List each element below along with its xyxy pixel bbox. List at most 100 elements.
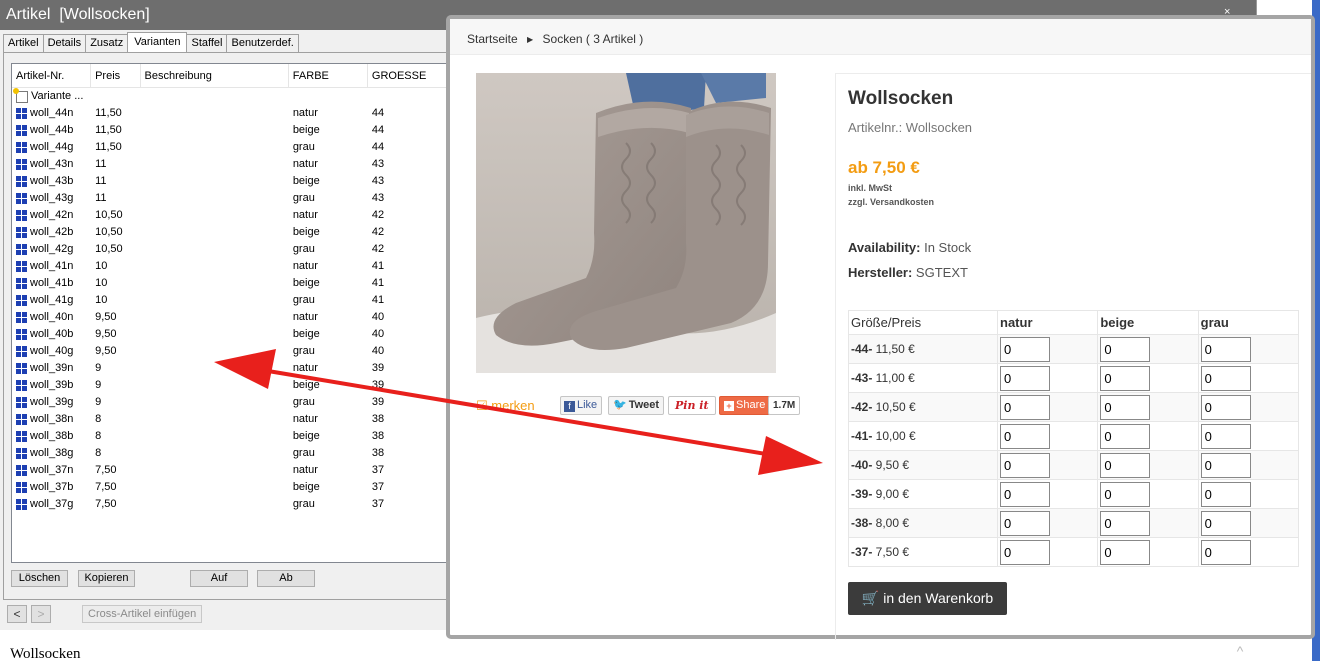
qty-input-grau[interactable] — [1200, 481, 1251, 507]
qty-input-beige[interactable] — [1100, 365, 1151, 391]
qty-input-beige[interactable] — [1100, 510, 1151, 536]
list-item[interactable]: woll_42g 10,50 grau 42 — [12, 241, 447, 258]
list-item[interactable]: woll_41n 10 natur 41 — [12, 258, 447, 275]
variant-grid-icon — [16, 346, 27, 357]
list-item[interactable]: woll_43b 11 beige 43 — [12, 173, 447, 190]
list-item[interactable]: woll_44b 11,50 beige 44 — [12, 122, 447, 139]
qty-input-grau[interactable] — [1200, 510, 1251, 536]
list-item[interactable]: woll_39g 9 grau 39 — [12, 394, 447, 411]
merken-link[interactable]: ☑ merken — [476, 396, 535, 415]
list-item[interactable]: woll_38b 8 beige 38 — [12, 428, 447, 445]
list-item[interactable]: woll_41g 10 grau 41 — [12, 292, 447, 309]
list-item[interactable]: woll_37g 7,50 grau 37 — [12, 496, 447, 513]
row-preis: 7,50 — [95, 464, 117, 476]
list-item[interactable]: woll_43n 11 natur 43 — [12, 156, 447, 173]
facebook-like-button[interactable]: f Like — [560, 396, 603, 415]
row-preis: 10 — [95, 260, 108, 272]
list-item[interactable]: woll_42b 10,50 beige 42 — [12, 224, 447, 241]
matrix-row: -40- 9,50 € — [848, 450, 1300, 480]
tab-benutzerdef[interactable]: Benutzerdef. — [226, 34, 299, 52]
qty-input-natur[interactable] — [1000, 365, 1050, 391]
tweet-button[interactable]: 🐦 Tweet — [608, 396, 665, 415]
new-document-icon — [13, 88, 28, 103]
qty-input-grau[interactable] — [1200, 452, 1251, 478]
header-farbe[interactable]: FARBE — [289, 64, 368, 87]
prev-arrow-icon[interactable]: < — [7, 605, 27, 623]
matrix-row: -44- 11,50 € — [848, 334, 1300, 364]
tab-staffel[interactable]: Staffel — [186, 34, 228, 52]
row-beschreibung — [141, 428, 289, 445]
list-item[interactable]: woll_41b 10 beige 41 — [12, 275, 447, 292]
row-beschreibung — [141, 445, 289, 462]
header-preis[interactable]: Preis — [91, 64, 141, 87]
breadcrumb-separator-icon: ▶ — [527, 35, 534, 44]
tab-artikel[interactable]: Artikel — [3, 34, 44, 52]
qty-input-natur[interactable] — [1000, 423, 1050, 449]
row-artikel-nr: woll_40g — [30, 345, 74, 357]
new-variant-row[interactable]: Variante ... — [12, 88, 447, 105]
qty-input-natur[interactable] — [1000, 394, 1050, 420]
variant-grid-icon — [16, 108, 27, 119]
list-item[interactable]: woll_43g 11 grau 43 — [12, 190, 447, 207]
qty-input-natur[interactable] — [1000, 539, 1050, 565]
share-button[interactable]: + Share — [719, 396, 771, 415]
list-item[interactable]: woll_40b 9,50 beige 40 — [12, 326, 447, 343]
row-artikel-nr: woll_39b — [30, 379, 74, 391]
qty-input-beige[interactable] — [1100, 452, 1151, 478]
qty-input-beige[interactable] — [1100, 423, 1151, 449]
qty-input-natur[interactable] — [1000, 481, 1050, 507]
list-item[interactable]: woll_37n 7,50 natur 37 — [12, 462, 447, 479]
variant-grid-icon — [16, 448, 27, 459]
list-item[interactable]: woll_38n 8 natur 38 — [12, 411, 447, 428]
header-beschreibung[interactable]: Beschreibung — [141, 64, 289, 87]
qty-input-grau[interactable] — [1200, 539, 1251, 565]
loeschen-button[interactable]: Löschen — [11, 570, 68, 587]
row-beschreibung — [141, 241, 289, 258]
qty-input-natur[interactable] — [1000, 336, 1050, 362]
qty-input-grau[interactable] — [1200, 365, 1251, 391]
kopieren-button[interactable]: Kopieren — [78, 570, 135, 587]
list-item[interactable]: woll_38g 8 grau 38 — [12, 445, 447, 462]
row-groesse: 42 — [371, 226, 385, 238]
list-item[interactable]: woll_40n 9,50 natur 40 — [12, 309, 447, 326]
qty-input-natur[interactable] — [1000, 510, 1050, 536]
list-item[interactable]: woll_40g 9,50 grau 40 — [12, 343, 447, 360]
add-to-cart-button[interactable]: 🛒 in den Warenkorb — [848, 582, 1007, 615]
product-info: Wollsocken Artikelnr.: Wollsocken ab 7,5… — [835, 73, 1311, 640]
breadcrumb-category[interactable]: Socken ( 3 Artikel ) — [543, 32, 644, 46]
pinterest-button[interactable]: Pin it — [668, 396, 716, 415]
list-item[interactable]: woll_44n 11,50 natur 44 — [12, 105, 447, 122]
cross-artikel-button[interactable]: Cross-Artikel einfügen — [82, 605, 203, 623]
qty-input-beige[interactable] — [1100, 336, 1151, 362]
qty-input-grau[interactable] — [1200, 394, 1251, 420]
shipping-note[interactable]: zzgl. Versandkosten — [848, 197, 934, 207]
list-item[interactable]: woll_39b 9 beige 39 — [12, 377, 447, 394]
row-farbe: natur — [292, 107, 318, 119]
list-item[interactable]: woll_37b 7,50 beige 37 — [12, 479, 447, 496]
qty-input-grau[interactable] — [1200, 423, 1251, 449]
list-item[interactable]: woll_44g 11,50 grau 44 — [12, 139, 447, 156]
qty-input-natur[interactable] — [1000, 452, 1050, 478]
next-arrow-icon[interactable]: > — [31, 605, 51, 623]
qty-input-beige[interactable] — [1100, 481, 1151, 507]
header-groesse[interactable]: GROESSE — [368, 64, 447, 87]
qty-input-beige[interactable] — [1100, 539, 1151, 565]
row-farbe: beige — [292, 328, 320, 340]
tab-varianten[interactable]: Varianten — [127, 32, 188, 52]
variant-grid-icon — [16, 176, 27, 187]
scroll-up-icon[interactable]: ^ — [1230, 642, 1250, 661]
variant-grid-icon — [16, 380, 27, 391]
qty-input-grau[interactable] — [1200, 336, 1251, 362]
header-artikel-nr[interactable]: Artikel-Nr. — [12, 64, 92, 87]
row-farbe: grau — [292, 396, 315, 408]
list-item[interactable]: woll_42n 10,50 natur 42 — [12, 207, 447, 224]
variant-list[interactable]: Artikel-Nr. Preis Beschreibung FARBE GRO… — [11, 63, 448, 563]
tab-zusatz[interactable]: Zusatz — [85, 34, 129, 52]
auf-button[interactable]: Auf — [190, 570, 248, 587]
ab-button[interactable]: Ab — [257, 570, 315, 587]
qty-input-beige[interactable] — [1100, 394, 1151, 420]
tab-details[interactable]: Details — [42, 34, 87, 52]
list-item[interactable]: woll_39n 9 natur 39 — [12, 360, 447, 377]
product-image[interactable] — [476, 73, 776, 373]
breadcrumb-home[interactable]: Startseite — [467, 32, 518, 46]
